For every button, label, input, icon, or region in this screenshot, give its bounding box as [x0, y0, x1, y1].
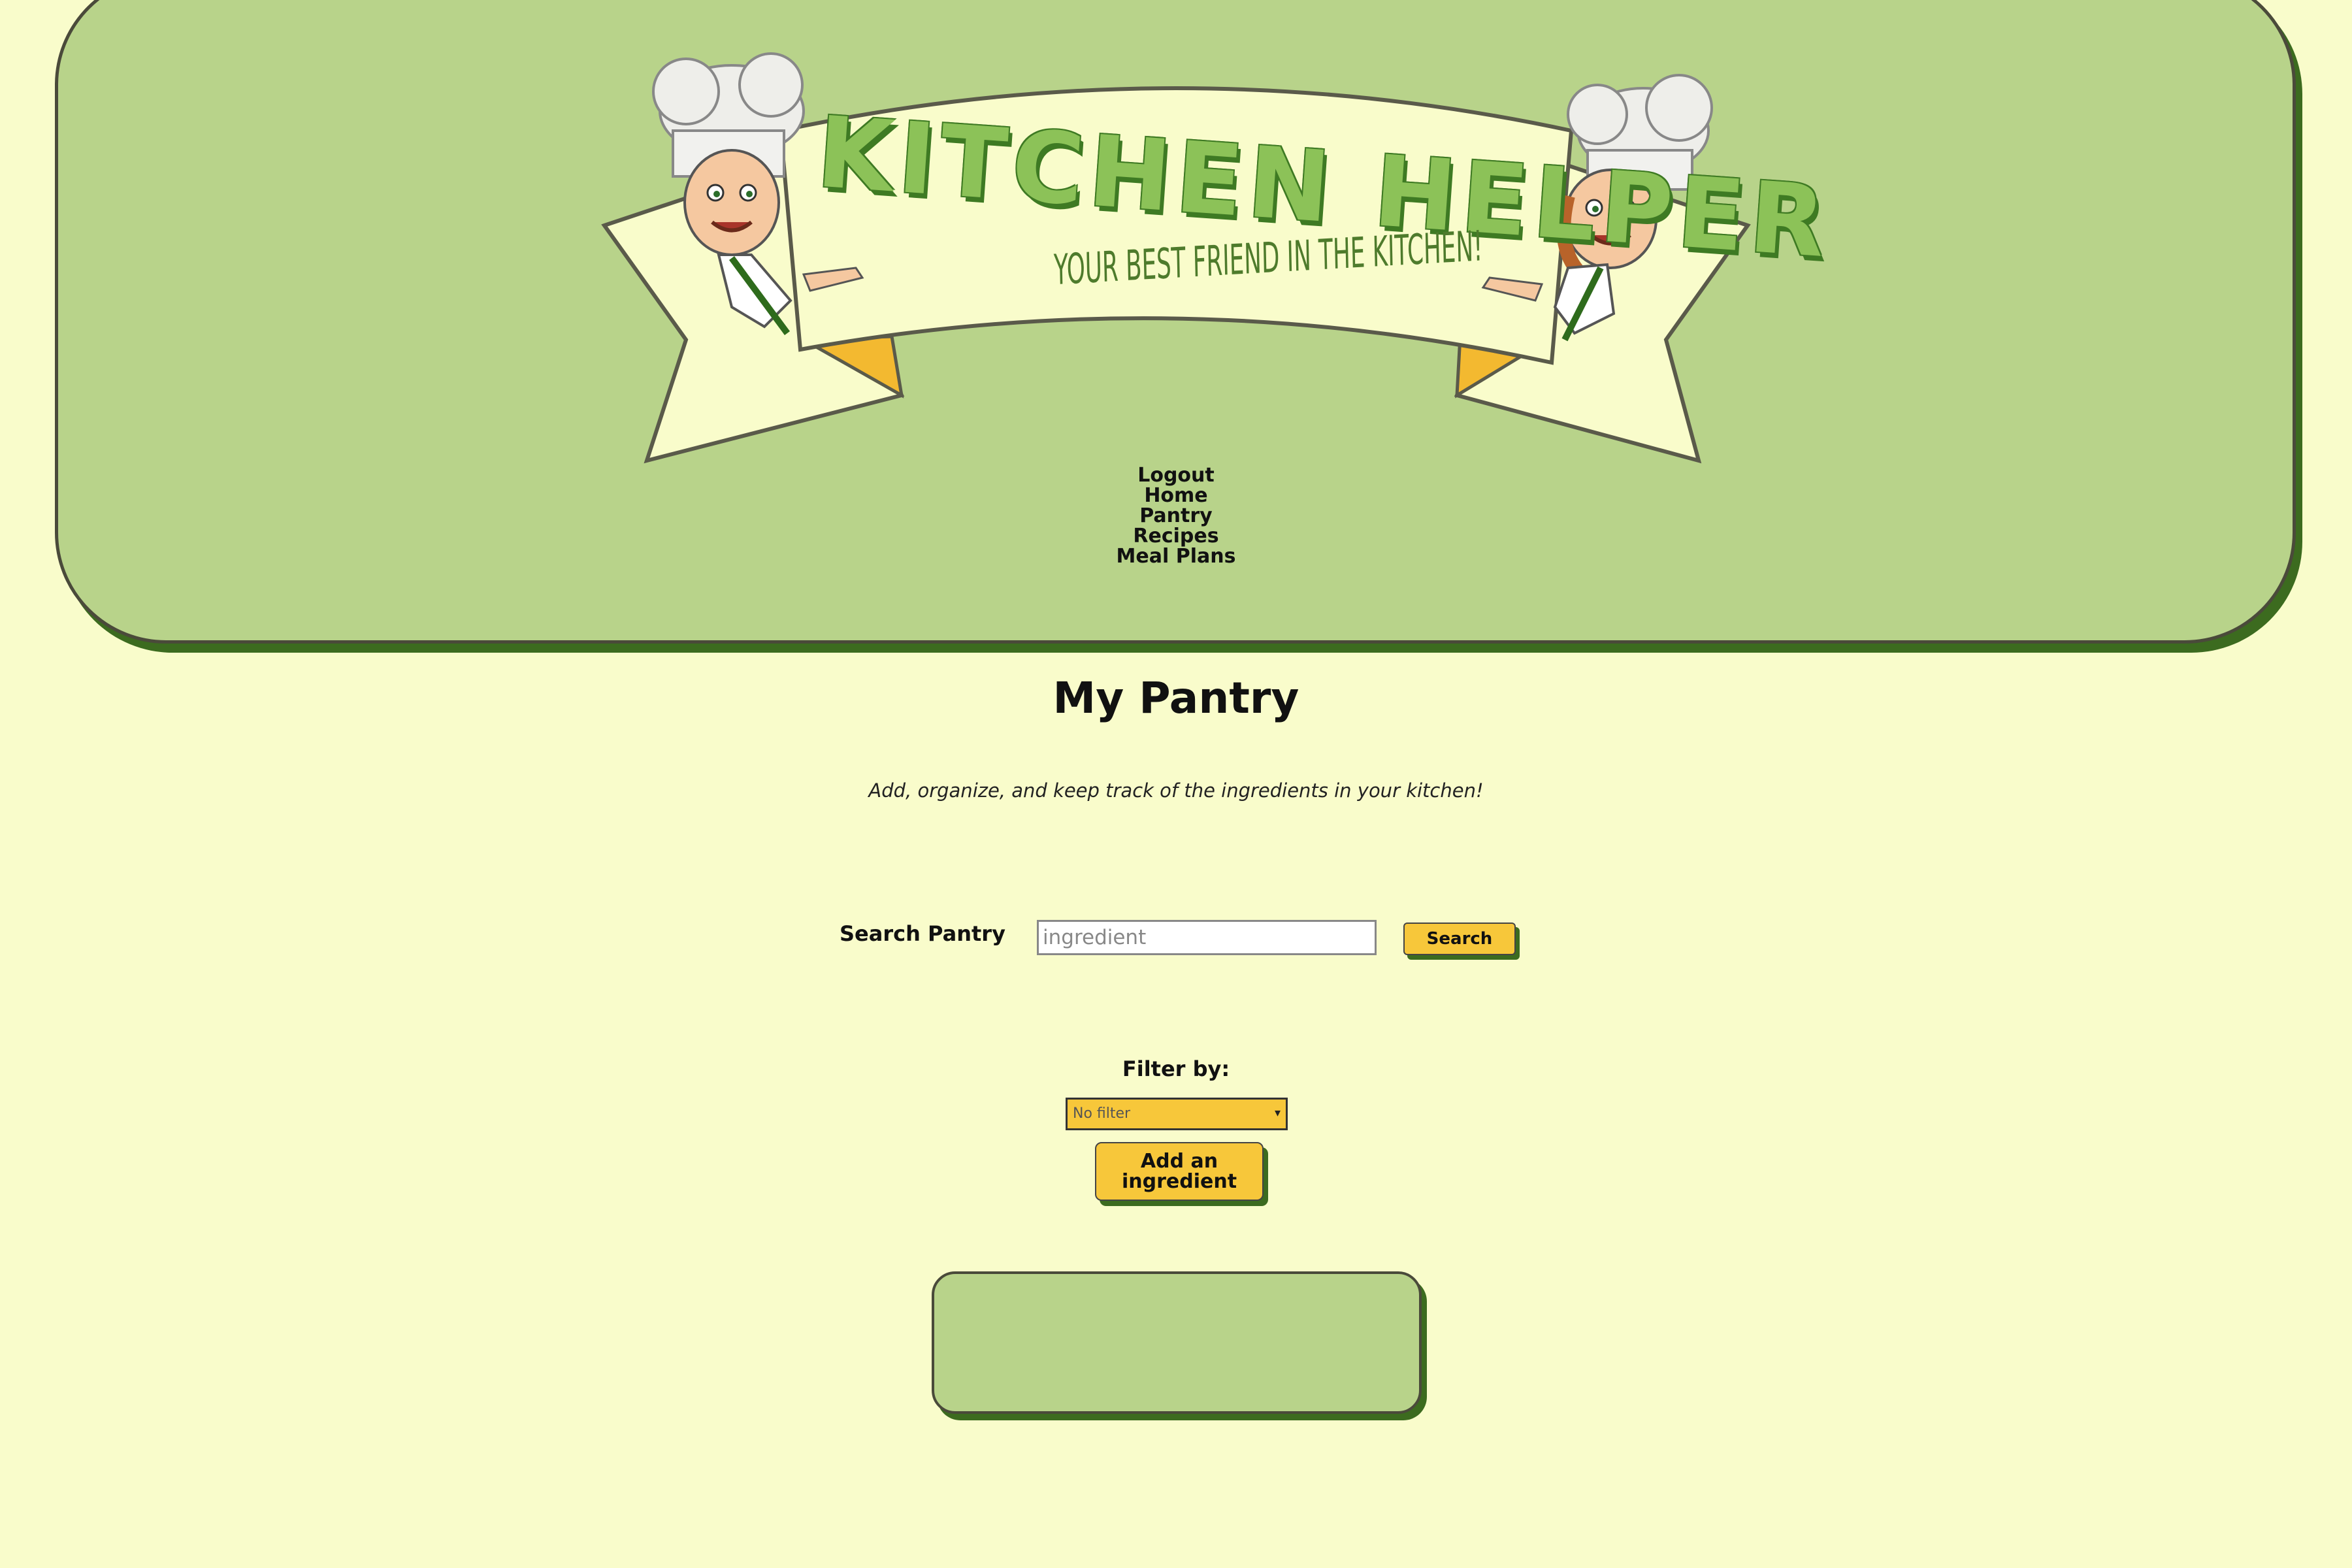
chevron-down-icon: ▾ [1274, 1106, 1281, 1120]
nav-link-recipes[interactable]: Recipes [1045, 526, 1307, 546]
nav-link-meal-plans[interactable]: Meal Plans [1045, 546, 1307, 566]
search-input[interactable] [1037, 920, 1377, 955]
nav-link-pantry[interactable]: Pantry [1045, 506, 1307, 526]
page-subtitle: Add, organize, and keep track of the ing… [868, 779, 1484, 802]
nav-link-home[interactable]: Home [1045, 485, 1307, 506]
filter-label: Filter by: [1122, 1056, 1230, 1081]
page: KITCHEN HELPER YOUR BEST FRIEND IN THE K… [0, 0, 2352, 1568]
search-label: Search Pantry [840, 921, 1005, 946]
filter-selected-value: No filter [1073, 1105, 1131, 1122]
page-title: My Pantry [1053, 673, 1299, 723]
pantry-list-panel [932, 1271, 1422, 1414]
filter-select[interactable]: No filter ▾ [1066, 1098, 1288, 1130]
add-ingredient-button[interactable]: Add an ingredient [1095, 1142, 1264, 1201]
nav-link-logout[interactable]: Logout [1045, 465, 1307, 485]
main-nav: Logout Home Pantry Recipes Meal Plans [1045, 465, 1307, 566]
search-button[interactable]: Search [1403, 923, 1516, 955]
